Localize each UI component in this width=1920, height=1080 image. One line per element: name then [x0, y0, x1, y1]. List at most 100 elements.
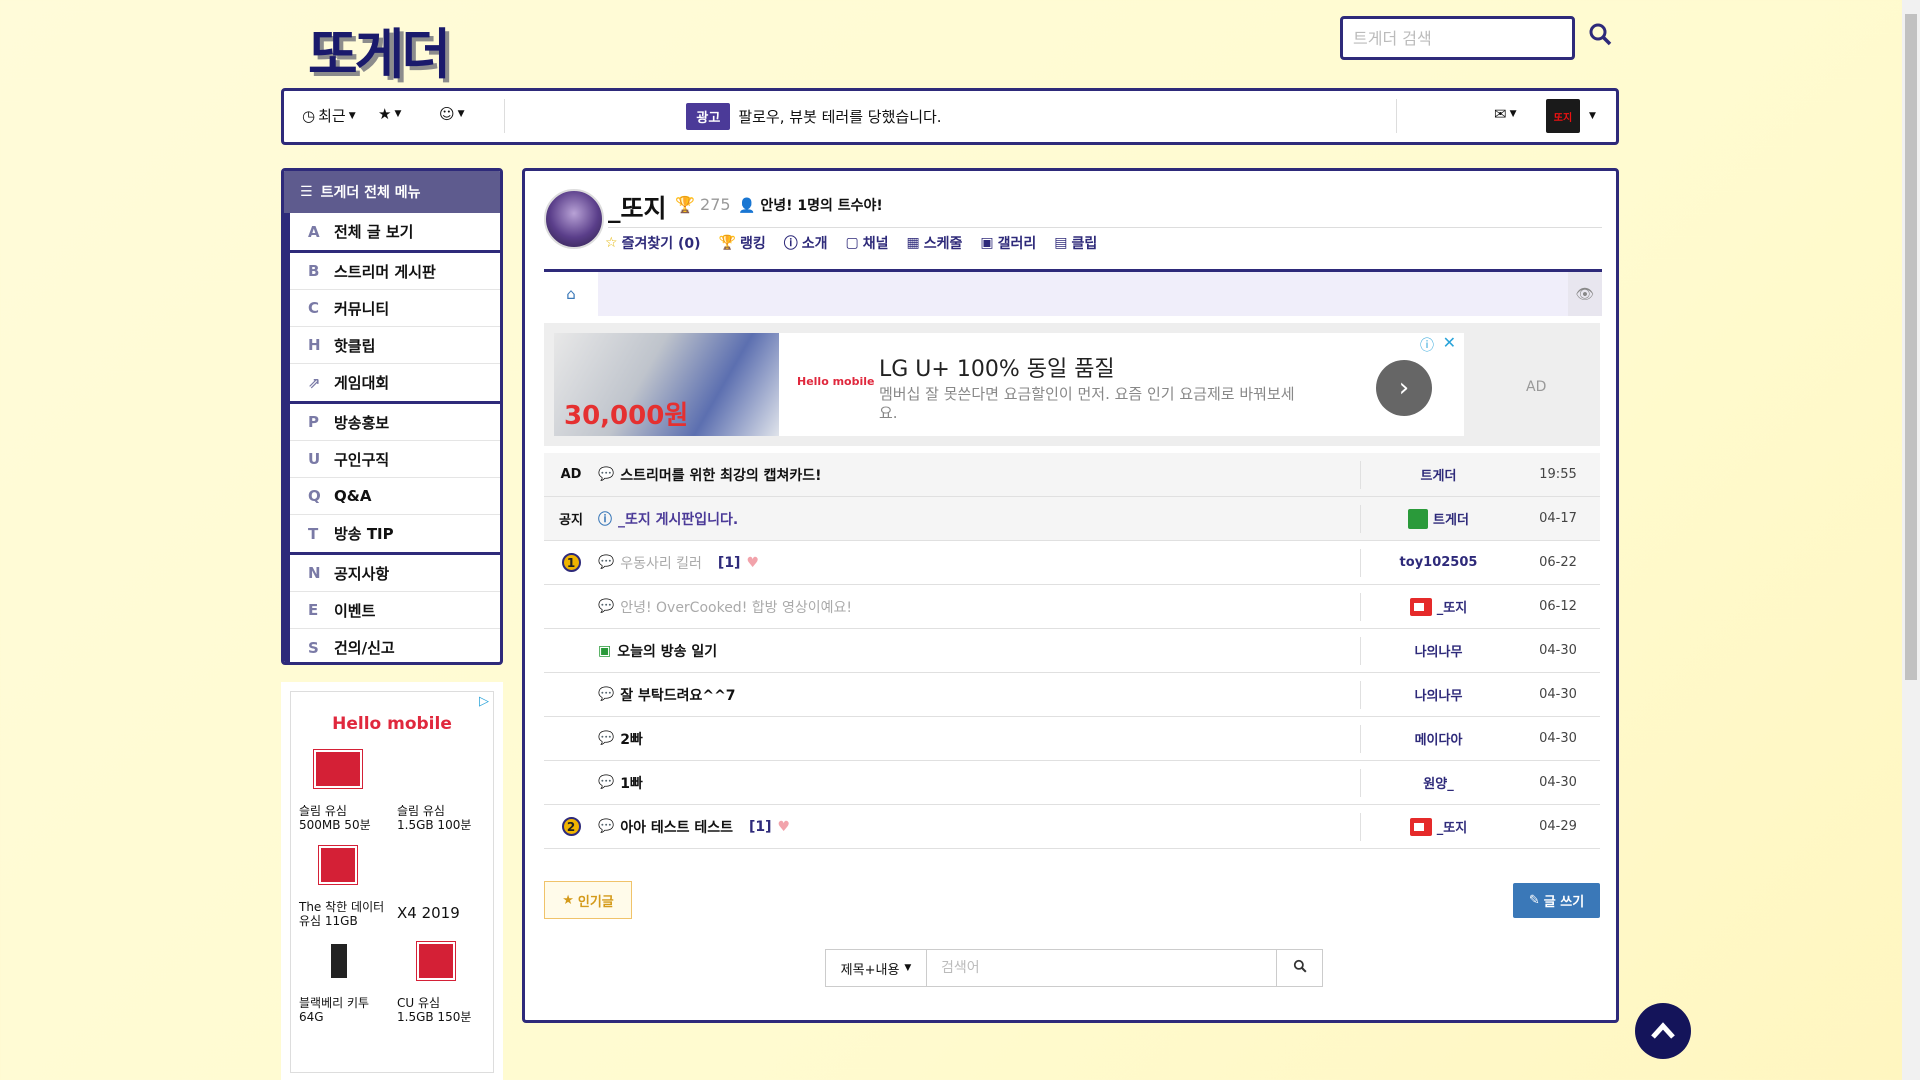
popular-button[interactable]: ★ 인기글 — [544, 881, 632, 919]
banner-next-button[interactable]: › — [1376, 360, 1432, 416]
smile-icon: ☺ — [439, 105, 455, 123]
sidebar-group: P 방송홍보 U 구인구직 Q Q&A T 방송 TIP — [284, 404, 500, 555]
row-title[interactable]: 오늘의 방송 일기 — [617, 641, 717, 661]
caret-down-icon: ▼ — [348, 110, 356, 121]
sidebar-item-tips[interactable]: T 방송 TIP — [290, 515, 500, 552]
messages-dropdown[interactable]: ✉ ▼ — [1494, 105, 1517, 123]
row-title[interactable]: 아아 테스트 테스트 — [620, 817, 733, 837]
channel-link-ranking[interactable]: 🏆 랭킹 — [719, 233, 766, 253]
row-title[interactable]: 우동사리 킬러 — [620, 553, 702, 573]
table-row[interactable]: 💬 2빠 메이다아 04-30 — [544, 717, 1600, 761]
favorites-dropdown[interactable]: ★ ▼ — [378, 105, 401, 123]
scroll-top-button[interactable] — [1635, 1003, 1691, 1059]
main-panel: _또지 🏆 275 👤 안녕! 1명의 트수야! ☆ 즐겨찾기 (0) 🏆 랭킹 ⓘ… — [522, 168, 1619, 1023]
ad-product[interactable]: The 착한 데이터 유심 11GB — [299, 842, 387, 938]
channel-avatar[interactable] — [544, 189, 604, 249]
write-button[interactable]: ✎ 글 쓰기 — [1513, 883, 1600, 918]
recent-dropdown[interactable]: ◷ 최근 ▼ — [302, 105, 356, 126]
row-title[interactable]: 잘 부탁드려요^^7 — [620, 685, 735, 705]
row-title[interactable]: 2빠 — [620, 729, 643, 749]
sidebar-item-event[interactable]: E 이벤트 — [290, 592, 500, 629]
board-search-button[interactable] — [1277, 949, 1323, 987]
row-author[interactable]: _또지 — [1437, 597, 1467, 616]
row-author[interactable]: 나의나무 — [1415, 685, 1463, 704]
scrollbar-thumb[interactable] — [1905, 14, 1917, 680]
table-row[interactable]: 공지 ⓘ _또지 게시판입니다. 트게더 04-17 — [544, 497, 1600, 541]
channel-link-clip[interactable]: ▤ 클립 — [1054, 233, 1097, 253]
home-tab[interactable]: ⌂ — [544, 272, 598, 316]
table-row[interactable]: 1 💬 우동사리 킬러 [1] ♥ toy102505 06-22 — [544, 541, 1600, 585]
sidebar-item-notice[interactable]: N 공지사항 — [290, 555, 500, 592]
sidebar-header[interactable]: ☰ 트게더 전체 메뉴 — [284, 171, 500, 213]
film-icon: ▤ — [1054, 235, 1068, 251]
comment-count: [1] — [717, 554, 741, 571]
channel-link-channel[interactable]: ▢ 채널 — [845, 233, 888, 253]
banner-box[interactable]: 30,000원 Hello mobile LG U+ 100% 동일 품질 멤버… — [554, 333, 1464, 436]
close-icon[interactable]: ✕ — [1443, 333, 1456, 352]
table-row[interactable]: AD 💬 스트리머를 위한 최강의 캡쳐카드! 트게더 19:55 — [544, 453, 1600, 497]
trophy-icon: 🏆 — [718, 235, 736, 251]
table-row[interactable]: ▣ 오늘의 방송 일기 나의나무 04-30 — [544, 629, 1600, 673]
top-search-box[interactable] — [1340, 16, 1575, 60]
row-author[interactable]: toy102505 — [1400, 555, 1478, 570]
banner-brand: Hello mobile — [797, 375, 875, 388]
exit-icon — [1408, 508, 1429, 529]
link-label: 갤러리 — [997, 236, 1037, 252]
row-title[interactable]: _또지 게시판입니다. — [618, 509, 738, 529]
emoji-dropdown[interactable]: ☺ ▼ — [439, 105, 465, 123]
row-author[interactable]: _또지 — [1437, 817, 1467, 836]
video-icon — [1409, 597, 1432, 616]
ad-product[interactable]: 슬림 유심 1.5GB 100분 — [397, 746, 485, 842]
channel-link-about[interactable]: ⓘ 소개 — [784, 233, 828, 253]
site-logo[interactable]: 또게더 — [308, 10, 451, 89]
sidebar-item-community[interactable]: C 커뮤니티 — [290, 290, 500, 327]
row-author[interactable]: 원양_ — [1423, 773, 1453, 792]
row-title[interactable]: 스트리머를 위한 최강의 캡쳐카드! — [620, 465, 821, 485]
channel-link-favorite[interactable]: ☆ 즐겨찾기 (0) — [605, 233, 701, 253]
caret-down-icon: ▼ — [1509, 109, 1517, 119]
sidebar-item-streamer-board[interactable]: B 스트리머 게시판 — [290, 253, 500, 290]
row-date: 04-30 — [1539, 775, 1577, 790]
row-author[interactable]: 트게더 — [1421, 465, 1457, 484]
sidebar-item-qna[interactable]: Q Q&A — [290, 478, 500, 515]
table-row[interactable]: 💬 1빠 원양_ 04-30 — [544, 761, 1600, 805]
ad-product[interactable]: CU 유심 1.5GB 150분 — [397, 938, 485, 1034]
search-type-select[interactable]: 제목+내용 ▼ — [825, 949, 927, 987]
ad-product[interactable]: 블랙베리 키투 64G — [299, 938, 387, 1034]
vertical-scrollbar[interactable] — [1902, 0, 1920, 1080]
sidebar-item-jobs[interactable]: U 구인구직 — [290, 441, 500, 478]
search-icon[interactable] — [1588, 22, 1614, 48]
top-search-input[interactable] — [1343, 19, 1572, 57]
row-author[interactable]: 나의나무 — [1415, 641, 1463, 660]
adchoices-icon[interactable]: ▷ — [479, 694, 489, 709]
row-date: 06-22 — [1539, 555, 1577, 570]
board-search-input[interactable] — [927, 949, 1277, 987]
ad-product[interactable]: 슬림 유심 500MB 50분 — [299, 746, 387, 842]
view-toggle[interactable]: 👁 — [1568, 272, 1602, 316]
user-dropdown[interactable]: 또지 ▼ — [1546, 99, 1596, 133]
channel-name[interactable]: _또지 — [608, 189, 667, 225]
ad-banner[interactable]: 30,000원 Hello mobile LG U+ 100% 동일 품질 멤버… — [544, 323, 1600, 446]
table-row[interactable]: 2 💬 아아 테스트 테스트 [1] ♥ _또지 04-29 — [544, 805, 1600, 849]
row-author[interactable]: 트게더 — [1433, 509, 1469, 528]
table-row[interactable]: 💬 잘 부탁드려요^^7 나의나무 04-30 — [544, 673, 1600, 717]
table-row[interactable]: 💬 안녕! OverCooked! 합방 영상이예요! _또지 06-12 — [544, 585, 1600, 629]
row-title[interactable]: 1빠 — [620, 773, 643, 793]
sidebar-item-promotion[interactable]: P 방송홍보 — [290, 404, 500, 441]
channel-link-schedule[interactable]: ▦ 스케줄 — [906, 233, 962, 253]
sidebar-item-hot-clip[interactable]: H 핫클립 — [290, 327, 500, 364]
sidebar-item-report[interactable]: S 건의/신고 — [290, 629, 500, 662]
caret-down-icon: ▼ — [457, 109, 465, 119]
row-author[interactable]: 메이다아 — [1415, 729, 1463, 748]
rank-badge: 2 — [561, 817, 581, 836]
sidebar-item-all-posts[interactable]: A 전체 글 보기 — [290, 213, 500, 250]
ad-product[interactable]: X4 2019 — [397, 842, 485, 938]
sidebar-item-game-tournament[interactable]: ⇗ 게임대회 — [290, 364, 500, 401]
side-ad[interactable]: ▷ Hello mobile 슬림 유심 500MB 50분 슬림 유심 1.5… — [281, 682, 503, 1080]
channel-link-gallery[interactable]: ▣ 갤러리 — [980, 233, 1036, 253]
nav-notice[interactable]: 광고 팔로우, 뷰봇 테러를 당했습니다. — [504, 103, 1124, 130]
sidebar-title: 트게더 전체 메뉴 — [320, 185, 421, 201]
row-title[interactable]: 안녕! OverCooked! 합방 영상이예요! — [620, 597, 852, 617]
adchoices-icon[interactable]: ⓘ — [1420, 335, 1434, 355]
sidebar-group: N 공지사항 E 이벤트 S 건의/신고 — [284, 555, 500, 662]
